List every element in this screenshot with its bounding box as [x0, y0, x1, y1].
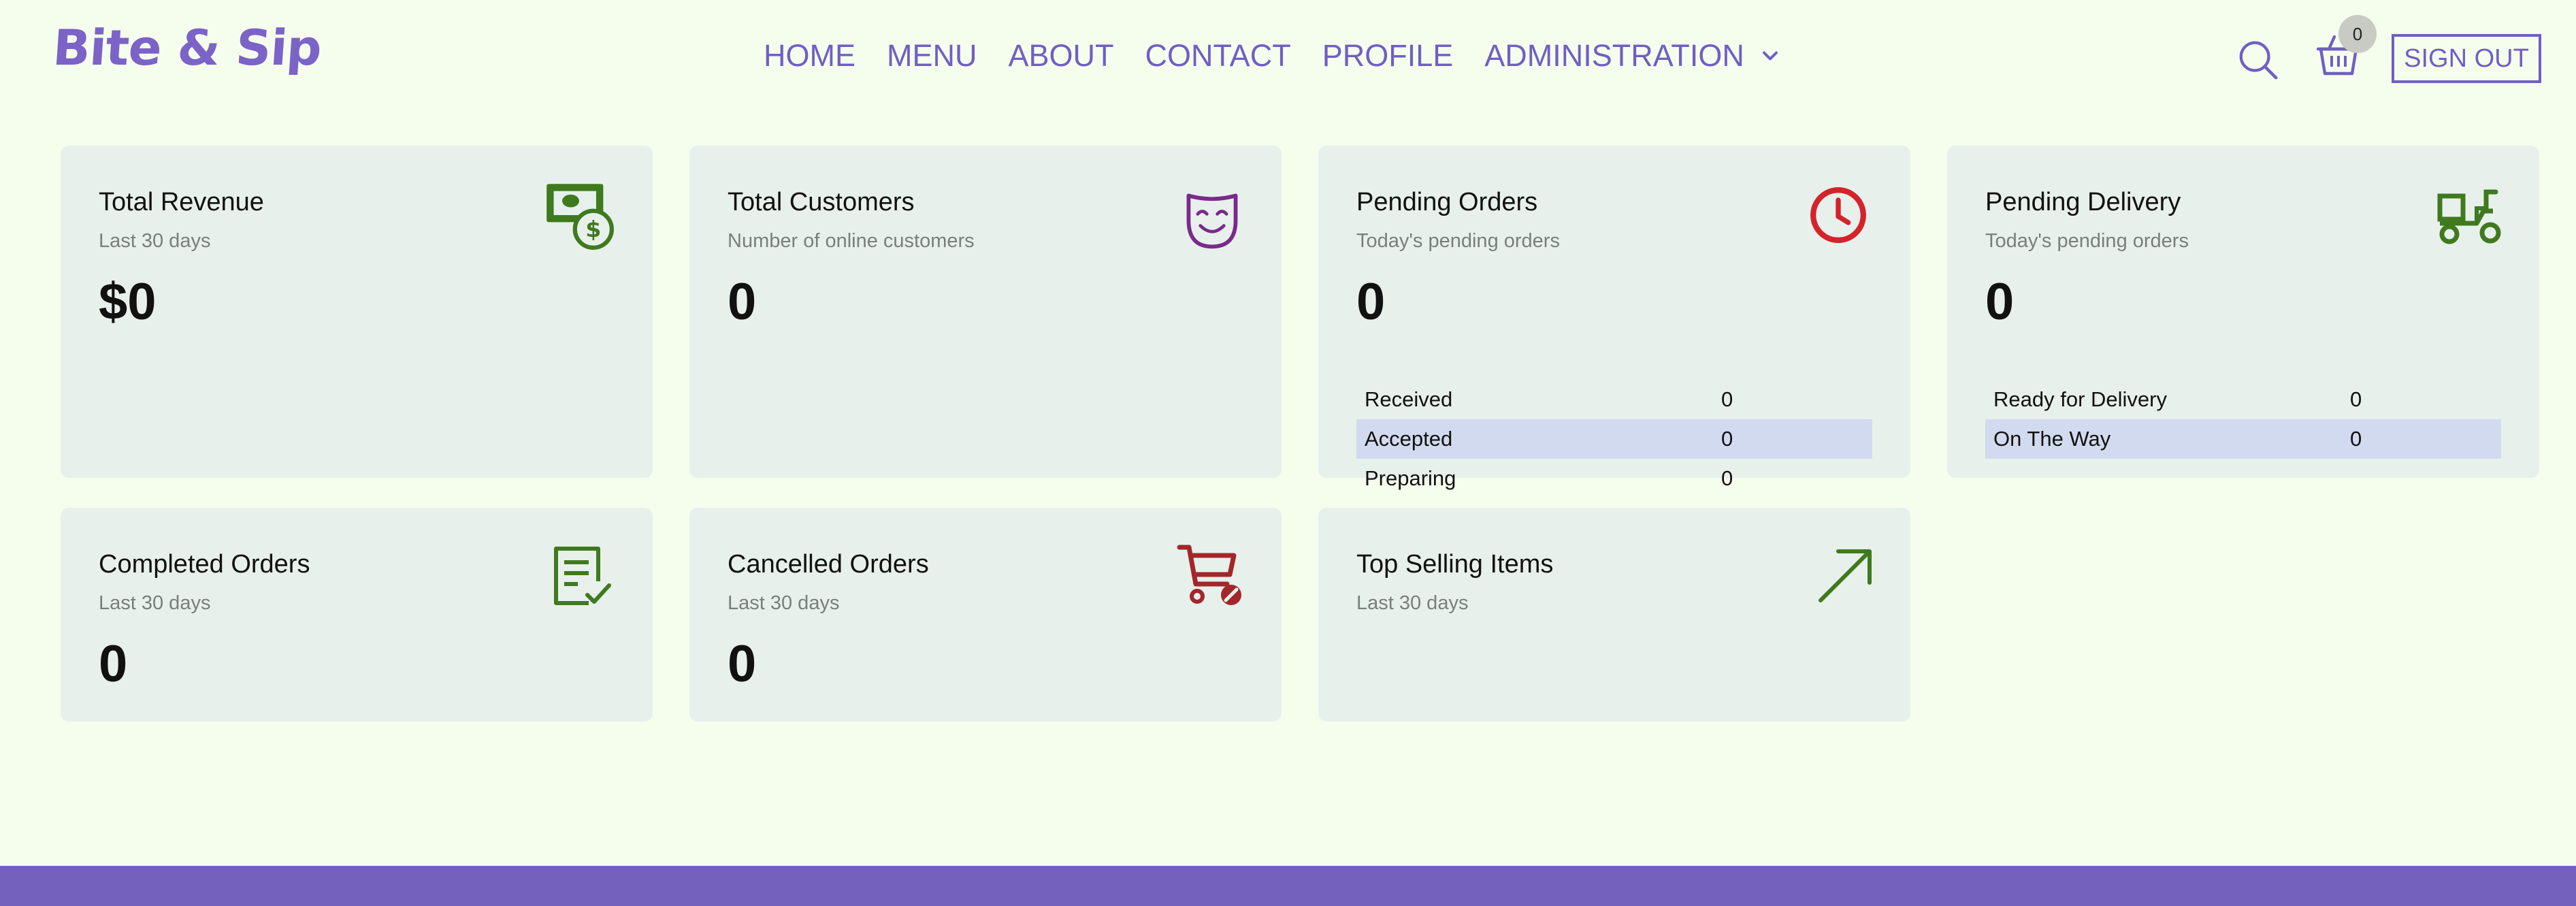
- card-value: 0: [728, 635, 757, 693]
- card-subtitle: Last 30 days: [99, 592, 211, 614]
- card-title: Pending Orders: [1356, 188, 1538, 216]
- arrow-up-right-icon: [1819, 549, 1872, 602]
- card-subtitle: Number of online customers: [728, 230, 975, 252]
- breakdown-value: 0: [1721, 387, 1733, 411]
- breakdown-value: 0: [2350, 427, 2362, 451]
- card-pending-orders: Pending Orders Today's pending orders 0 …: [1318, 146, 1910, 490]
- card-pending-delivery: Pending Delivery Today's pending orders …: [1947, 146, 2539, 478]
- nav-menu[interactable]: MENU: [887, 38, 977, 74]
- card-completed-orders: Completed Orders Last 30 days 0: [61, 508, 653, 722]
- breakdown-row: Ready for Delivery 0: [1985, 380, 2501, 419]
- card-subtitle: Today's pending orders: [1985, 230, 2189, 252]
- breakdown-label: Preparing: [1365, 466, 1456, 490]
- card-title: Pending Delivery: [1985, 188, 2181, 216]
- card-title: Total Customers: [728, 188, 915, 216]
- clock-icon: [1810, 187, 1866, 243]
- card-cancelled-orders: Cancelled Orders Last 30 days 0: [689, 508, 1282, 722]
- brand-logo[interactable]: Bite & Sip: [51, 19, 323, 76]
- nav-administration-label: ADMINISTRATION: [1484, 38, 1744, 73]
- card-subtitle: Last 30 days: [99, 230, 211, 252]
- card-subtitle: Last 30 days: [1356, 592, 1469, 614]
- sign-out-button[interactable]: SIGN OUT: [2392, 34, 2541, 83]
- nav-contact[interactable]: CONTACT: [1145, 38, 1291, 74]
- breakdown-value: 0: [2350, 387, 2362, 411]
- breakdown-row: On The Way 0: [1985, 419, 2501, 459]
- chevron-down-icon: [1762, 51, 1778, 61]
- nav-profile[interactable]: PROFILE: [1322, 38, 1454, 74]
- nav-home[interactable]: HOME: [764, 38, 855, 74]
- breakdown-value: 0: [1721, 427, 1733, 451]
- mask-icon: [1186, 193, 1238, 249]
- pending-delivery-breakdown: Ready for Delivery 0 On The Way 0: [1985, 380, 2501, 459]
- card-title: Total Revenue: [99, 188, 264, 216]
- card-subtitle: Today's pending orders: [1356, 230, 1560, 252]
- nav-about[interactable]: ABOUT: [1009, 38, 1114, 74]
- main-nav: HOME MENU ABOUT CONTACT PROFILE ADMINIST…: [764, 38, 1814, 74]
- cart-count-badge: 0: [2338, 15, 2377, 53]
- card-title: Top Selling Items: [1356, 550, 1554, 579]
- breakdown-label: Ready for Delivery: [1993, 387, 2167, 411]
- delivery-scooter-icon: [2437, 189, 2501, 244]
- card-title: Cancelled Orders: [728, 550, 929, 579]
- card-value: 0: [728, 273, 757, 331]
- breakdown-row: Received 0: [1356, 380, 1872, 419]
- footer-bar: [0, 866, 2576, 906]
- nav-administration-dropdown[interactable]: ADMINISTRATION: [1484, 38, 1782, 74]
- breakdown-row: Accepted 0: [1356, 419, 1872, 459]
- search-icon[interactable]: [2236, 38, 2279, 80]
- money-icon: $: [547, 184, 614, 250]
- checklist-icon: [554, 547, 611, 605]
- card-top-selling-items: Top Selling Items Last 30 days: [1318, 508, 1910, 722]
- top-navbar: Bite & Sip HOME MENU ABOUT CONTACT PROFI…: [0, 0, 2576, 123]
- card-total-revenue: Total Revenue Last 30 days $0 $: [61, 146, 653, 478]
- cart-cancel-icon: [1177, 545, 1241, 605]
- breakdown-label: On The Way: [1993, 427, 2111, 451]
- svg-text:$: $: [585, 216, 601, 242]
- pending-orders-breakdown: Received 0 Accepted 0 Preparing 0: [1356, 380, 1872, 498]
- card-value: 0: [1985, 273, 2015, 331]
- card-value: $0: [99, 273, 157, 331]
- card-total-customers: Total Customers Number of online custome…: [689, 146, 1282, 478]
- breakdown-label: Received: [1365, 387, 1453, 411]
- card-title: Completed Orders: [99, 550, 310, 579]
- breakdown-row: Preparing 0: [1356, 459, 1872, 498]
- breakdown-value: 0: [1721, 466, 1733, 490]
- card-value: 0: [1356, 273, 1386, 331]
- breakdown-label: Accepted: [1365, 427, 1453, 451]
- card-subtitle: Last 30 days: [728, 592, 840, 614]
- card-value: 0: [99, 635, 128, 693]
